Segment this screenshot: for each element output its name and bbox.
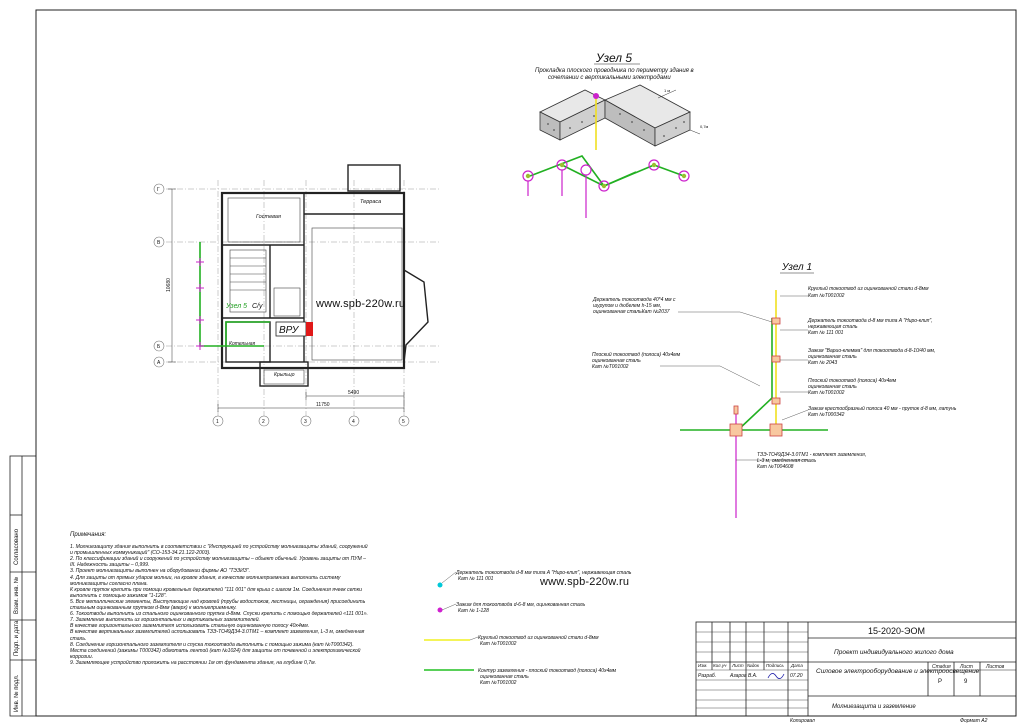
watermark-bottom: www.spb-220w.ru bbox=[540, 576, 630, 588]
sheet-header: Лист bbox=[959, 664, 973, 670]
stage-header: Стадия bbox=[932, 664, 951, 670]
legend-rod-l1: Круглый токоотвод из оцинкованной стали … bbox=[478, 634, 599, 641]
col-izm: Изм. bbox=[698, 663, 708, 668]
node1-label-5a: Плоский токоотвод (полоса) 40х4мм bbox=[808, 377, 897, 384]
axis-5: 5 bbox=[402, 419, 405, 425]
axis-2: 2 bbox=[262, 419, 265, 425]
room-bath: С/у bbox=[252, 303, 263, 310]
author-date: 07.20 bbox=[790, 673, 803, 679]
node5-dim-top: 1 м bbox=[664, 88, 670, 93]
notes-heading: Примечания: bbox=[70, 532, 107, 538]
project-title: Проект индивидуального жилого дома bbox=[834, 648, 954, 656]
signature bbox=[767, 673, 785, 679]
watermark-top: www.spb-220w.ru bbox=[316, 298, 406, 310]
dim-bottom-part: 5490 bbox=[348, 390, 359, 396]
node5-sub1: Прокладка плоского проводника по перимет… bbox=[535, 68, 694, 74]
note-8b: Места соединений (зажимы T000342) обмота… bbox=[70, 647, 361, 660]
col-ndoc: №док bbox=[747, 663, 760, 668]
col-date: Дата bbox=[790, 663, 803, 668]
room-boiler: Котельная bbox=[229, 341, 255, 347]
node5-detail: Узел 5 Прокладка плоского проводника по … bbox=[522, 51, 709, 218]
note-4b: К кровле пруток крепить при помощи крове… bbox=[70, 586, 362, 599]
copied-label: Копировал bbox=[790, 718, 815, 724]
col-list: Лист bbox=[731, 663, 744, 668]
legend-clip-l2: Кат № 111 001 bbox=[458, 576, 494, 582]
floor-plan: Г В Б А 1 2 3 4 5 10680 11750 5490 ВРУ Г… bbox=[153, 164, 440, 427]
legend-item-rod: Круглый токоотвод из оцинкованной стали … bbox=[424, 634, 599, 647]
legend-loop-l3: Кат №T001002 bbox=[480, 680, 517, 686]
stamp-inventory: Инв. № подл. bbox=[13, 674, 20, 712]
node1-label-2b: Кат №T001002 bbox=[808, 293, 845, 299]
node1-label-5c: Кат №T001002 bbox=[808, 390, 845, 396]
note-5: 5. Все металлические элементы, Выступающ… bbox=[70, 598, 366, 612]
axis-g: Г bbox=[157, 187, 160, 193]
stamp-agreed: Согласовано bbox=[14, 528, 20, 565]
section-title: Силовое электрооборудование и электроосв… bbox=[816, 667, 980, 675]
note-9: 9. Заземляющее устройство проложить на р… bbox=[70, 659, 317, 666]
format-label: Формат А2 bbox=[960, 718, 988, 724]
node1-detail: Узел 1 Держатель токоотвода 40*4 мм с шу… bbox=[592, 262, 957, 518]
vru-red-marker bbox=[306, 322, 313, 336]
legend-rod-l2: Кат №T001002 bbox=[480, 641, 517, 647]
stage-value: Р bbox=[938, 679, 942, 685]
node1-label-1a: Плоский токоотвод (полоса) 40х4мм bbox=[592, 351, 681, 358]
axis-3: 3 bbox=[304, 419, 307, 425]
vru-label: ВРУ bbox=[279, 325, 300, 336]
node1-label-4c: Кат № 2043 bbox=[808, 360, 837, 366]
node5-sub2: сочетании с вертикальными электродами bbox=[548, 75, 671, 81]
node5-title: Узел 5 bbox=[595, 51, 632, 65]
axis-4: 4 bbox=[352, 419, 355, 425]
axis-1: 1 bbox=[216, 419, 219, 425]
note-1: 1. Молниезащиту здания выполнить в соотв… bbox=[70, 544, 368, 557]
col-kolu: Кол.уч bbox=[713, 663, 727, 668]
role-developer: Разраб. bbox=[698, 673, 716, 679]
sheet-name: Молниезащита и заземление bbox=[832, 704, 916, 710]
node1-label-1c: Кат №T001002 bbox=[592, 364, 629, 370]
note-7c: В качестве вертикальных заземлителей исп… bbox=[70, 629, 365, 642]
stamp-replace: Взам. инв. № bbox=[13, 577, 20, 614]
stamp-sign-date: Подп. и дата bbox=[14, 620, 20, 656]
note-2: 2. По классификации зданий и сооружений … bbox=[70, 556, 367, 569]
legend-item-clamp: Зажим для токоотвода d-6-8 мм, оцинкован… bbox=[437, 602, 586, 614]
node1-label-2a: Круглый токоотвод из оцинкованной стали … bbox=[808, 285, 929, 292]
room-guest: Гостевая bbox=[256, 214, 281, 220]
dim-vertical: 10680 bbox=[166, 278, 172, 292]
node1-label-3c: Кат № 111 001 bbox=[808, 330, 844, 336]
node1-label-0c: оцинкованная стальКат №2037 bbox=[593, 309, 670, 315]
legend-loop-l1: Контур заземления - плоский токоотвод (п… bbox=[478, 667, 617, 674]
node1-label-7c: Кат №T004608 bbox=[757, 464, 794, 470]
sheets-header: Листов bbox=[985, 664, 1005, 670]
legend-clamp-l2: Кат № 1-128 bbox=[458, 608, 489, 614]
node1-title: Узел 1 bbox=[781, 262, 812, 273]
note-4: 4. Для защиты от прямых ударов молнии, н… bbox=[70, 574, 341, 587]
node1-label-6a: Зажим крестообразный полоса 40 мм - прут… bbox=[808, 405, 957, 412]
room-porch: Крыльцо bbox=[274, 372, 295, 378]
node1-label-6b: Кат №T000342 bbox=[808, 412, 845, 418]
col-sign: Подпись bbox=[766, 663, 784, 668]
notes: Примечания: 1. Молниезащиту здания выпол… bbox=[70, 532, 370, 666]
node5-dim-side: 0,7м bbox=[700, 124, 709, 129]
author: Азаров В.А. bbox=[729, 673, 757, 679]
room-terrace: Терраса bbox=[360, 199, 381, 205]
sheet-value: 9 bbox=[964, 679, 968, 685]
dim-bottom-total: 11750 bbox=[316, 402, 330, 408]
node5-ref: Узел 5 bbox=[225, 303, 247, 310]
legend-item-loop: Контур заземления - плоский токоотвод (п… bbox=[424, 667, 617, 686]
note-8: 8. Соединение горизонтального заземлител… bbox=[70, 641, 354, 648]
doc-code: 15-2020-ЭОМ bbox=[868, 626, 925, 636]
